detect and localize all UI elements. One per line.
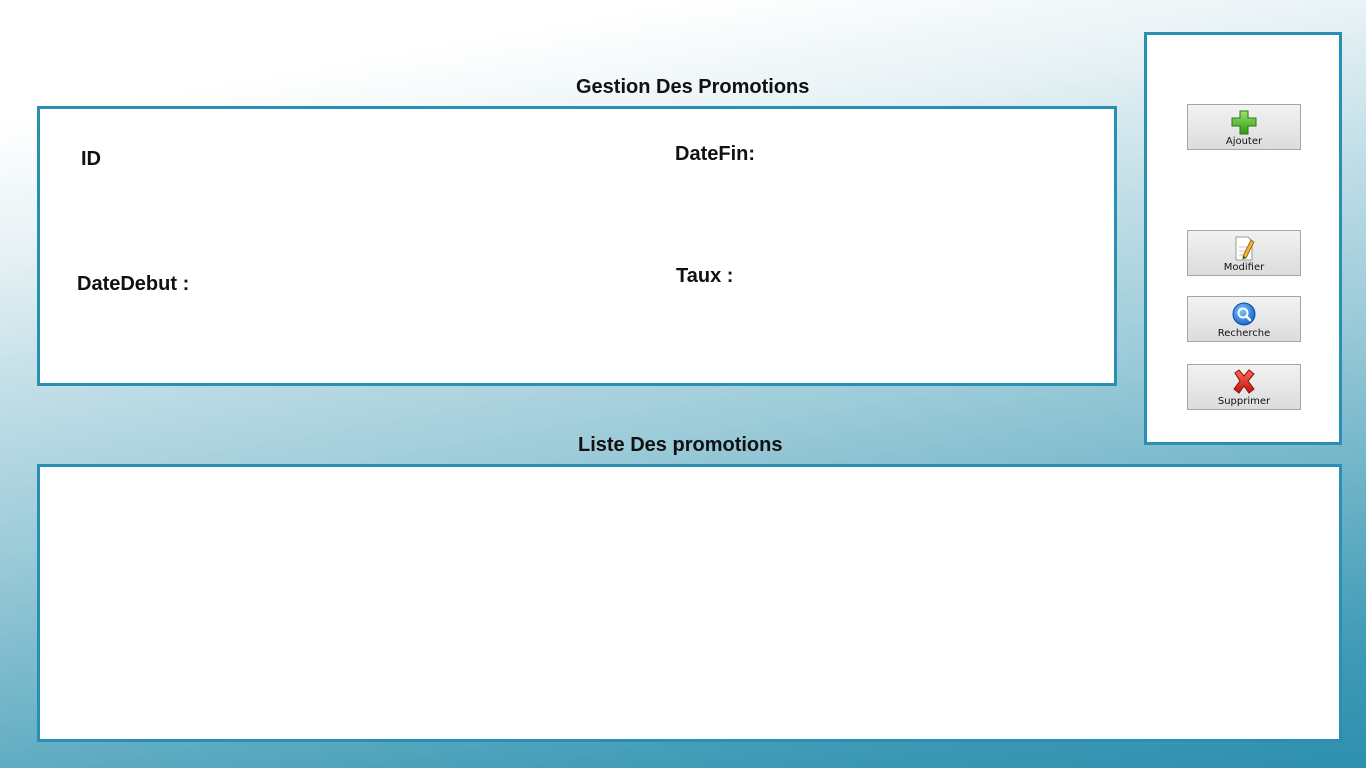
add-button[interactable]: Ajouter — [1187, 104, 1301, 150]
edit-button-label: Modifier — [1223, 262, 1265, 273]
datefin-label: DateFin: — [675, 143, 755, 165]
search-button-label: Recherche — [1217, 328, 1271, 339]
delete-button-label: Supprimer — [1217, 396, 1271, 407]
search-button[interactable]: Recherche — [1187, 296, 1301, 342]
cross-icon — [1233, 369, 1255, 394]
taux-label: Taux : — [676, 265, 734, 287]
edit-button[interactable]: Modifier — [1187, 230, 1301, 276]
promotion-form-panel: ID DateFin: DateDebut : Taux : — [37, 106, 1117, 386]
datedebut-label: DateDebut : — [77, 273, 190, 295]
form-title: Gestion Des Promotions — [576, 76, 810, 98]
magnifier-icon — [1232, 302, 1256, 326]
pencil-document-icon — [1235, 236, 1255, 261]
add-button-label: Ajouter — [1225, 136, 1263, 147]
plus-icon — [1231, 110, 1257, 135]
delete-button[interactable]: Supprimer — [1187, 364, 1301, 410]
promotions-list[interactable] — [37, 464, 1342, 742]
actions-panel: Ajouter Modifier Recherche Supprimer — [1144, 32, 1342, 445]
id-label: ID — [81, 148, 101, 170]
list-title: Liste Des promotions — [578, 434, 783, 456]
